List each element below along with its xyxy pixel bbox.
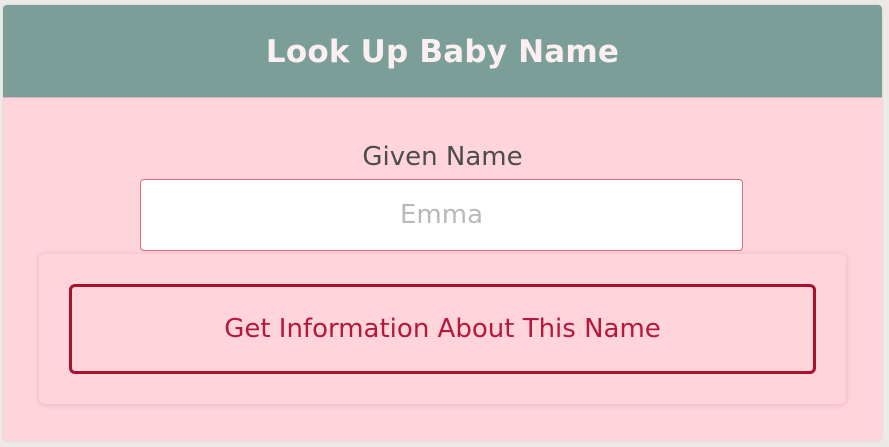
given-name-input[interactable] — [140, 179, 743, 251]
button-panel: Get Information About This Name — [39, 254, 846, 404]
page-title: Look Up Baby Name — [265, 34, 620, 70]
get-information-button[interactable]: Get Information About This Name — [69, 284, 816, 374]
lookup-card: Look Up Baby Name Given Name Get Informa… — [3, 5, 882, 441]
given-name-label: Given Name — [362, 142, 523, 172]
card-header: Look Up Baby Name — [3, 5, 882, 98]
